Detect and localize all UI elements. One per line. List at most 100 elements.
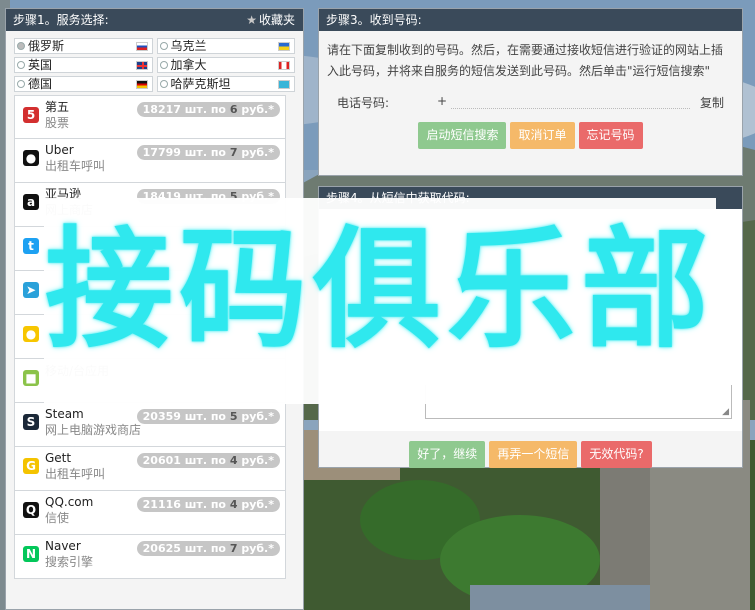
flag-germany-icon <box>135 80 148 89</box>
step4-buttons: 好了，继续 再弄一个短信 无效代码? <box>319 441 742 468</box>
gett-icon: G <box>23 458 39 474</box>
radio-icon <box>159 42 168 50</box>
radio-icon <box>17 61 25 69</box>
flag-ukraine-icon <box>278 42 290 51</box>
country-label: 乌克兰 <box>170 39 207 53</box>
service-item[interactable]: Q QQ.com 信使 21116 шт. по 4 руб.* <box>14 491 286 535</box>
service-price: 6 <box>229 103 238 116</box>
service-count: 21116 шт. по <box>142 498 226 511</box>
service-price: 7 <box>229 146 238 159</box>
service-count: 20359 шт. по <box>142 410 226 423</box>
uber-icon: ● <box>23 150 39 166</box>
flag-kazakhstan-icon <box>278 80 290 89</box>
service-item[interactable]: G Gett 出租车呼叫 20601 шт. по 4 руб.* <box>14 447 286 491</box>
service-currency: руб. <box>241 498 269 511</box>
service-item[interactable]: 5 第五 股票 18217 шт. по 6 руб.* <box>14 95 286 139</box>
step1-title: 步骤1。服务选择: <box>13 13 109 27</box>
telegram-icon: ➤ <box>23 282 39 298</box>
service-price-badge: 21116 шт. по 4 руб.* <box>136 497 280 512</box>
phone-prefix: + <box>437 94 448 108</box>
service-count: 18217 шт. по <box>142 103 226 116</box>
service-category: 搜索引擎 <box>45 555 94 569</box>
radio-icon <box>159 80 168 88</box>
service-currency: руб. <box>241 542 269 555</box>
step3-title: 步骤3。收到号码: <box>326 13 422 27</box>
service-price-badge: 20625 шт. по 7 руб.* <box>136 541 280 556</box>
country-label: 英国 <box>28 58 53 72</box>
country-kazakhstan[interactable]: 哈萨克斯坦 <box>156 76 295 92</box>
step1-header: 步骤1。服务选择: ★ 收藏夹 <box>6 9 303 31</box>
country-list: 俄罗斯 乌克兰 英国 加拿大 德国 哈萨克斯坦 <box>6 31 303 96</box>
service-price: 5 <box>229 410 238 423</box>
favorite-star-icon[interactable]: * <box>268 498 274 511</box>
service-category: 出租车呼叫 <box>45 159 106 173</box>
service-currency: руб. <box>241 146 269 159</box>
favorite-star-icon[interactable]: * <box>268 410 274 423</box>
radio-icon <box>159 61 168 69</box>
favorite-star-icon[interactable]: * <box>268 454 274 467</box>
flag-canada-icon <box>278 61 290 70</box>
country-label: 加拿大 <box>170 58 207 72</box>
cancel-order-button[interactable]: 取消订单 <box>510 122 575 149</box>
radio-icon <box>17 80 25 88</box>
service-count: 20625 шт. по <box>142 542 226 555</box>
service-currency: руб. <box>241 454 269 467</box>
flag-russia-icon <box>135 42 148 51</box>
watermark-text: 接码俱乐部 <box>44 214 715 367</box>
service-item[interactable]: S Steam 网上电脑游戏商店 20359 шт. по 5 руб.* <box>14 403 286 447</box>
service-item[interactable]: N Naver 搜索引擎 20625 шт. по 7 руб.* <box>14 535 286 579</box>
service-count: 20601 шт. по <box>142 454 226 467</box>
instructions-text: 请在下面复制收到的号码。然后，在需要通过接收短信进行验证的网站上插入此号码，并将… <box>327 43 724 78</box>
country-ukraine[interactable]: 乌克兰 <box>156 38 295 54</box>
phone-number-field[interactable] <box>451 108 690 109</box>
service-currency: руб. <box>241 410 269 423</box>
country-russia[interactable]: 俄罗斯 <box>14 38 153 54</box>
received-number-panel: 步骤3。收到号码: 请在下面复制收到的号码。然后，在需要通过接收短信进行验证的网… <box>318 8 743 176</box>
app-icon: ■ <box>23 370 39 386</box>
start-sms-search-button[interactable]: 启动短信搜索 <box>418 122 507 149</box>
favorite-star-icon[interactable]: * <box>268 146 274 159</box>
favorite-star-icon[interactable]: * <box>268 103 274 116</box>
country-canada[interactable]: 加拿大 <box>156 57 295 73</box>
country-label: 哈萨克斯坦 <box>170 77 231 91</box>
service-currency: руб. <box>241 103 269 116</box>
star-icon: ★ <box>246 13 257 27</box>
phone-number-row: 电话号码: + 复制 <box>319 88 742 118</box>
service-price-badge: 18217 шт. по 6 руб.* <box>136 102 280 117</box>
invalid-code-button[interactable]: 无效代码? <box>581 441 652 468</box>
service-price: 4 <box>229 454 238 467</box>
watermark-overlay: 接码俱乐部 <box>44 198 716 404</box>
naver-icon: N <box>23 546 39 562</box>
flag-uk-icon <box>135 61 148 70</box>
service-count: 17799 шт. по <box>142 146 226 159</box>
favorites-label: 收藏夹 <box>258 13 295 27</box>
qq-icon: Q <box>23 502 39 518</box>
ok-continue-button[interactable]: 好了，继续 <box>409 441 486 468</box>
service-category: 信使 <box>45 511 70 525</box>
5ka-icon: 5 <box>23 107 39 123</box>
another-sms-button[interactable]: 再弄一个短信 <box>489 441 578 468</box>
amazon-icon: a <box>23 194 39 210</box>
country-germany[interactable]: 德国 <box>14 76 153 92</box>
service-category: 出租车呼叫 <box>45 467 106 481</box>
service-price-badge: 17799 шт. по 7 руб.* <box>136 145 280 160</box>
favorites-button[interactable]: ★ 收藏夹 <box>246 9 295 31</box>
resize-handle-icon[interactable]: ◢ <box>722 407 729 417</box>
service-item[interactable]: ● Uber 出租车呼叫 17799 шт. по 7 руб.* <box>14 139 286 183</box>
country-label: 俄罗斯 <box>28 39 65 53</box>
twitter-icon: t <box>23 238 39 254</box>
step3-buttons: 启动短信搜索 取消订单 忘记号码 <box>319 122 742 149</box>
service-price: 4 <box>229 498 238 511</box>
phone-label: 电话号码: <box>337 96 390 110</box>
service-price-badge: 20359 шт. по 5 руб.* <box>136 409 280 424</box>
service-price: 7 <box>229 542 238 555</box>
forget-number-button[interactable]: 忘记号码 <box>578 122 643 149</box>
favorite-star-icon[interactable]: * <box>268 542 274 555</box>
country-uk[interactable]: 英国 <box>14 57 153 73</box>
service-category: 网上电脑游戏商店 <box>45 423 142 437</box>
country-label: 德国 <box>28 77 53 91</box>
yandex-icon: ● <box>23 326 39 342</box>
steam-icon: S <box>23 414 39 430</box>
copy-button[interactable]: 复制 <box>700 94 724 111</box>
service-category: 股票 <box>45 116 70 130</box>
